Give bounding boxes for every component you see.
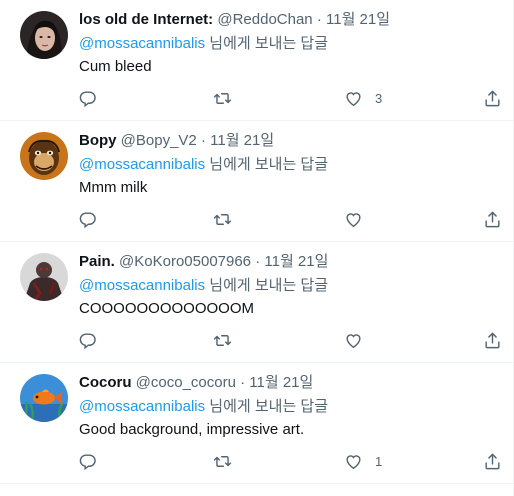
tweet-text: Cum bleed <box>79 58 152 75</box>
retweet-icon <box>213 89 232 108</box>
tweet-header: Pain. @KoKoro05007966 · 11월 21일 <box>79 253 328 271</box>
retweet-button[interactable] <box>213 205 232 233</box>
reply-button[interactable] <box>78 326 97 354</box>
avatar[interactable] <box>20 132 68 180</box>
retweet-button[interactable] <box>213 326 232 354</box>
tweet-header: Cocoru @coco_cocoru · 11월 21일 <box>79 374 313 392</box>
separator-dot: · <box>255 253 261 270</box>
tweet-date[interactable]: 11월 21일 <box>326 11 390 28</box>
display-name[interactable]: los old de Internet: <box>79 11 213 28</box>
share-button[interactable] <box>483 205 502 233</box>
reply-mention-link[interactable]: @mossacannibalis <box>79 156 205 173</box>
tweet-actions: 3 <box>70 84 510 112</box>
reply-icon <box>78 331 97 350</box>
reply-mention-link[interactable]: @mossacannibalis <box>79 277 205 294</box>
like-button[interactable]: 3 <box>344 84 382 112</box>
share-button[interactable] <box>483 326 502 354</box>
like-icon <box>344 210 363 229</box>
reply-button[interactable] <box>78 205 97 233</box>
share-icon <box>483 89 502 108</box>
reply-tweet[interactable]: Cocoru @coco_cocoru · 11월 21일 @mossacann… <box>0 363 513 484</box>
share-button[interactable] <box>483 84 502 112</box>
retweet-button[interactable] <box>213 84 232 112</box>
reply-suffix: 님에게 보내는 답글 <box>205 398 329 415</box>
retweet-icon <box>213 210 232 229</box>
like-button[interactable] <box>344 326 375 354</box>
like-count: 1 <box>375 453 383 469</box>
reply-button[interactable] <box>78 84 97 112</box>
user-handle[interactable]: @ReddoChan <box>217 11 312 28</box>
separator-dot: · <box>200 132 206 149</box>
reply-icon <box>78 452 97 471</box>
reply-tweet[interactable]: Pain. @KoKoro05007966 · 11월 21일 @mossaca… <box>0 242 513 363</box>
tweet-date[interactable]: 11월 21일 <box>210 132 274 149</box>
share-icon <box>483 331 502 350</box>
retweet-icon <box>213 452 232 471</box>
tweet-text: Good background, impressive art. <box>79 421 305 438</box>
tweet-actions: 1 <box>70 447 510 475</box>
share-button[interactable] <box>483 447 502 475</box>
tweet-actions <box>70 326 510 354</box>
reply-suffix: 님에게 보내는 답글 <box>205 277 329 294</box>
tweet-header: Bopy @Bopy_V2 · 11월 21일 <box>79 132 274 150</box>
avatar[interactable] <box>20 253 68 301</box>
user-handle[interactable]: @KoKoro05007966 <box>119 253 251 270</box>
user-handle[interactable]: @coco_cocoru <box>136 374 236 391</box>
reply-icon <box>78 89 97 108</box>
avatar[interactable] <box>20 11 68 59</box>
reply-suffix: 님에게 보내는 답글 <box>205 35 329 52</box>
reply-mention-link[interactable]: @mossacannibalis <box>79 398 205 415</box>
like-button[interactable] <box>344 205 375 233</box>
reply-to-line: @mossacannibalis 님에게 보내는 답글 <box>79 398 328 416</box>
retweet-icon <box>213 331 232 350</box>
avatar-goldfish-image <box>20 374 68 422</box>
tweet-date[interactable]: 11월 21일 <box>264 253 328 270</box>
reply-feed: los old de Internet: @ReddoChan · 11월 21… <box>0 0 514 496</box>
reply-to-line: @mossacannibalis 님에게 보내는 답글 <box>79 35 328 53</box>
display-name[interactable]: Bopy <box>79 132 117 149</box>
like-icon <box>344 89 363 108</box>
tweet-text: Mmm milk <box>79 179 148 196</box>
tweet-actions <box>70 205 510 233</box>
reply-icon <box>78 210 97 229</box>
share-icon <box>483 452 502 471</box>
tweet-date[interactable]: 11월 21일 <box>249 374 313 391</box>
reply-suffix: 님에게 보내는 답글 <box>205 156 329 173</box>
reply-tweet[interactable]: los old de Internet: @ReddoChan · 11월 21… <box>0 0 513 121</box>
separator-dot: · <box>316 11 322 28</box>
like-icon <box>344 331 363 350</box>
like-icon <box>344 452 363 471</box>
reply-tweet[interactable]: Bopy @Bopy_V2 · 11월 21일 @mossacannibalis… <box>0 121 513 242</box>
user-handle[interactable]: @Bopy_V2 <box>121 132 197 149</box>
avatar-ape-image <box>20 132 68 180</box>
display-name[interactable]: Pain. <box>79 253 115 270</box>
display-name[interactable]: Cocoru <box>79 374 132 391</box>
avatar[interactable] <box>20 374 68 422</box>
reply-button[interactable] <box>78 447 97 475</box>
separator-dot: · <box>240 374 246 391</box>
tweet-text: COOOOOOOOOOOOOM <box>79 300 255 317</box>
avatar-person-image <box>20 11 68 59</box>
reply-to-line: @mossacannibalis 님에게 보내는 답글 <box>79 277 328 295</box>
like-button[interactable]: 1 <box>344 447 382 475</box>
tweet-header: los old de Internet: @ReddoChan · 11월 21… <box>79 11 390 29</box>
reply-mention-link[interactable]: @mossacannibalis <box>79 35 205 52</box>
like-count: 3 <box>375 90 383 106</box>
share-icon <box>483 210 502 229</box>
retweet-button[interactable] <box>213 447 232 475</box>
reply-to-line: @mossacannibalis 님에게 보내는 답글 <box>79 156 328 174</box>
avatar-dark-figure-image <box>20 253 68 301</box>
